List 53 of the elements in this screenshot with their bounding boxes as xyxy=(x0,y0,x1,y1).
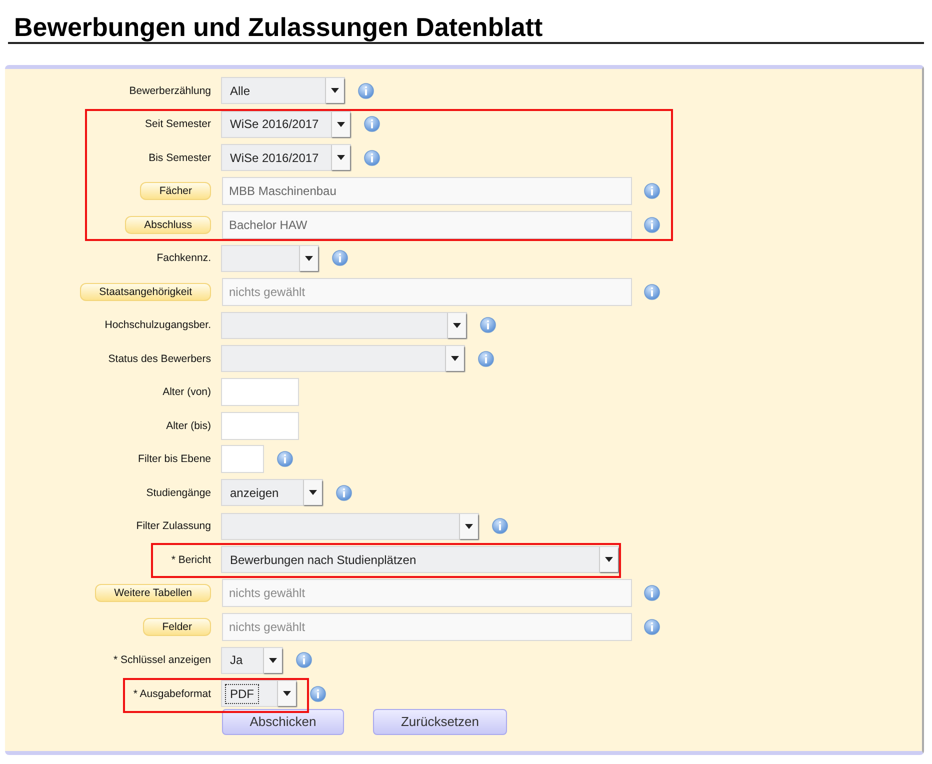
field-label: Seit Semester xyxy=(145,118,211,130)
dropdown[interactable]: Bewerbungen nach Studienplätzen xyxy=(221,546,619,574)
info-icon[interactable] xyxy=(644,216,660,233)
info-icon[interactable] xyxy=(644,618,660,635)
form-button[interactable]: Abschicken xyxy=(222,708,344,734)
info-icon[interactable] xyxy=(644,183,660,200)
picker-button[interactable]: Felder xyxy=(143,618,211,636)
info-icon[interactable] xyxy=(364,116,380,132)
info-icon[interactable] xyxy=(277,451,293,468)
info-icon[interactable] xyxy=(644,284,660,300)
info-icon[interactable] xyxy=(358,82,374,99)
field-label: Alter (von) xyxy=(162,386,211,398)
field-label: Studiengänge xyxy=(146,486,211,499)
picker-button[interactable]: Weitere Tabellen xyxy=(95,584,211,602)
page-title: Bewerbungen und Zulassungen Datenblatt xyxy=(8,0,924,44)
field-label: Bewerberzählung xyxy=(129,84,211,97)
field-label: Filter Zulassung xyxy=(136,520,211,532)
field-label: Hochschulzugangsber. xyxy=(104,319,211,332)
dropdown[interactable]: anzeigen xyxy=(221,479,323,506)
info-icon[interactable] xyxy=(310,686,326,702)
input-field[interactable]: Bachelor HAW xyxy=(222,210,632,239)
input-field[interactable] xyxy=(221,378,299,406)
info-icon[interactable] xyxy=(478,350,494,367)
picker-button[interactable]: Fächer xyxy=(140,182,211,200)
info-icon[interactable] xyxy=(480,317,496,334)
field-label: * Bericht xyxy=(171,554,211,566)
field-label: * Ausgabeformat xyxy=(133,688,211,700)
field-label: Alter (bis) xyxy=(166,420,211,432)
dropdown[interactable]: Ja xyxy=(221,646,283,674)
dropdown[interactable]: Alle xyxy=(221,77,345,104)
form-button[interactable]: Zurücksetzen xyxy=(373,708,507,734)
dropdown[interactable]: WiSe 2016/2017 xyxy=(221,110,351,138)
info-icon[interactable] xyxy=(332,250,348,266)
field-label: Fachkennz. xyxy=(156,252,211,264)
input-field[interactable]: nichts gewählt xyxy=(222,612,632,641)
input-field[interactable]: nichts gewählt xyxy=(222,579,632,608)
info-icon[interactable] xyxy=(364,150,380,166)
field-label: Filter bis Ebene xyxy=(138,453,211,466)
field-label: Bis Semester xyxy=(148,152,211,164)
input-field[interactable] xyxy=(221,445,264,474)
info-icon[interactable] xyxy=(492,518,508,534)
info-icon[interactable] xyxy=(336,484,352,501)
input-field[interactable]: MBB Maschinenbau xyxy=(222,177,632,206)
dropdown[interactable]: PDF xyxy=(221,680,297,708)
info-icon[interactable] xyxy=(296,652,312,668)
dropdown[interactable]: WiSe 2016/2017 xyxy=(221,144,351,172)
field-label: Status des Bewerbers xyxy=(108,352,211,365)
info-icon[interactable] xyxy=(644,585,660,602)
picker-button[interactable]: Abschluss xyxy=(125,216,211,234)
input-field[interactable]: nichts gewählt xyxy=(222,278,632,306)
input-field[interactable] xyxy=(221,412,299,440)
field-label: * Schlüssel anzeigen xyxy=(114,654,211,666)
picker-button[interactable]: Staatsangehörigkeit xyxy=(80,282,211,301)
